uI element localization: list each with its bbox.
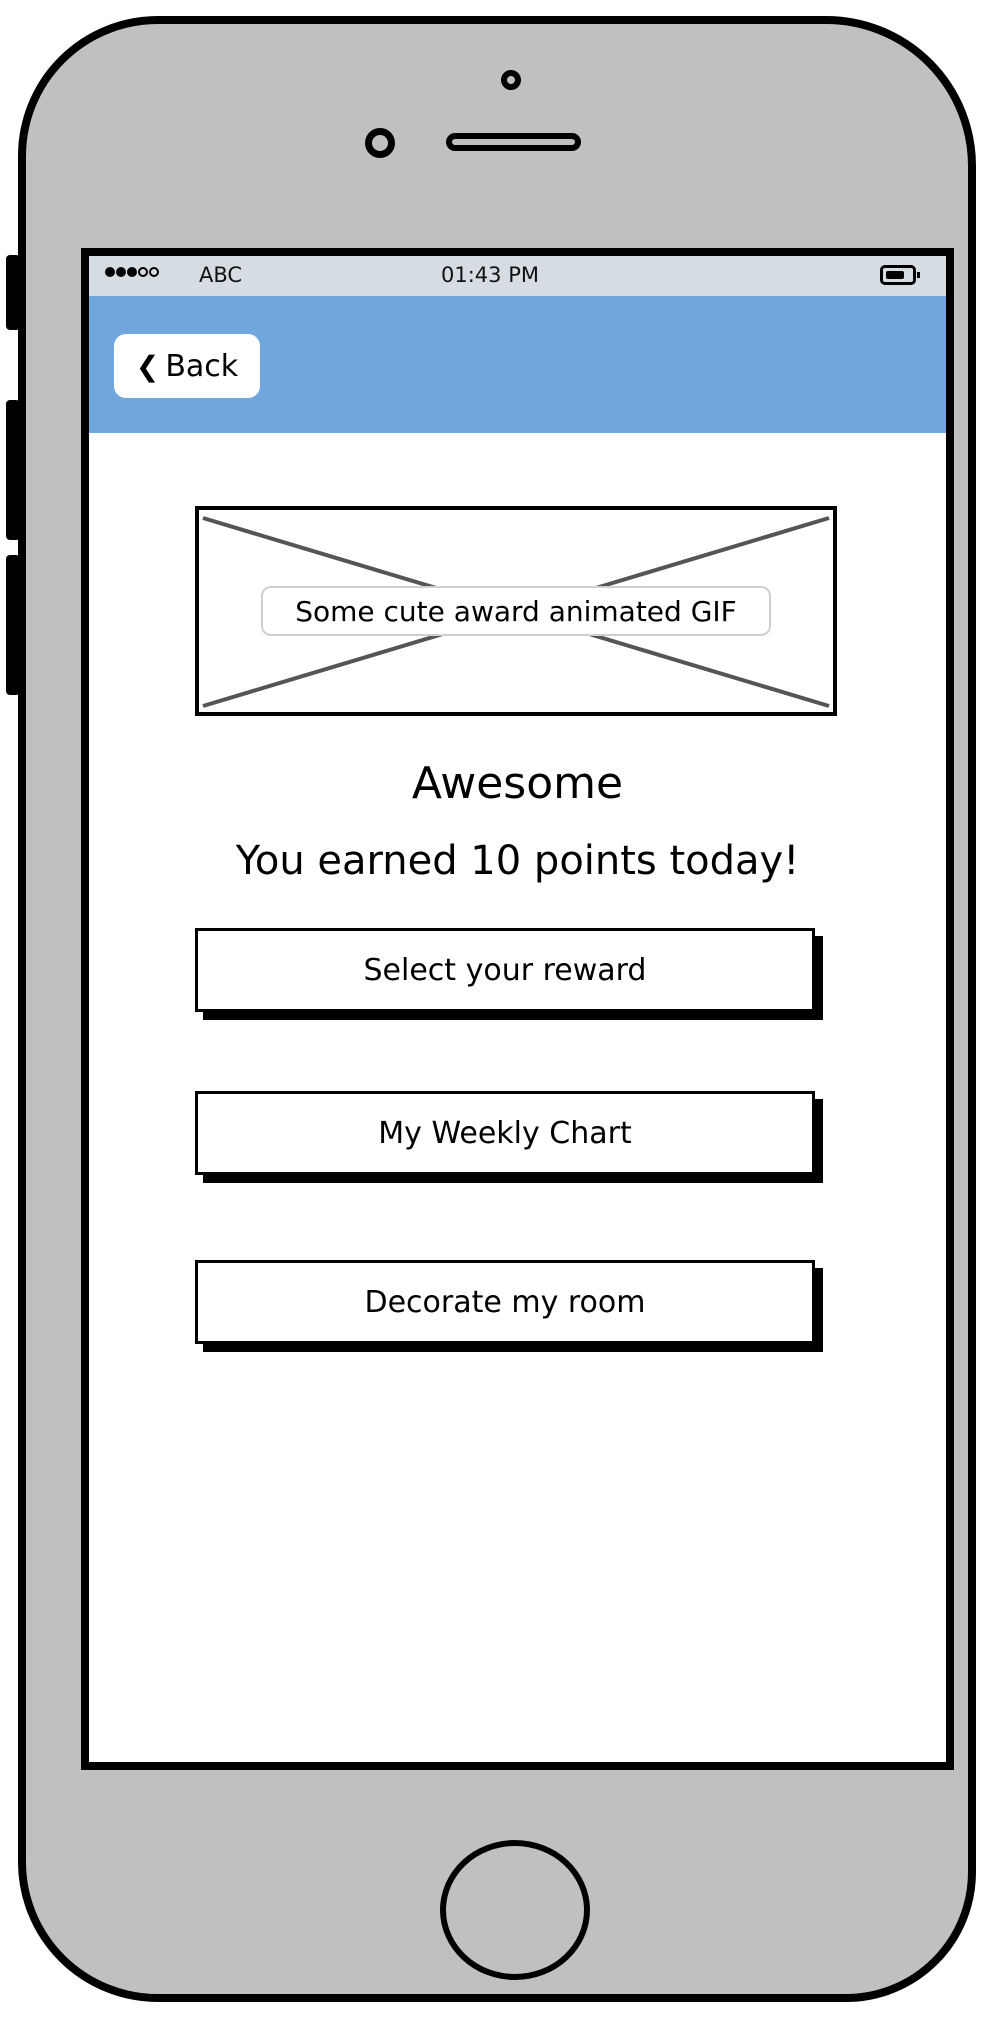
phone-screen: ABC 01:43 PM ❮ Back Some cute award anim…	[81, 248, 954, 1770]
earpiece-speaker	[446, 133, 581, 151]
signal-strength-icon	[105, 267, 159, 277]
volume-down-button	[6, 555, 20, 695]
mute-switch	[6, 255, 20, 330]
status-bar: ABC 01:43 PM	[89, 256, 946, 296]
navigation-bar: ❮ Back	[89, 296, 946, 433]
back-button-label: Back	[165, 348, 239, 384]
weekly-chart-button[interactable]: My Weekly Chart	[195, 1091, 815, 1175]
status-time: 01:43 PM	[441, 263, 539, 287]
sensor-icon	[365, 128, 395, 158]
battery-icon	[880, 265, 920, 285]
home-button[interactable]	[440, 1840, 590, 1980]
select-reward-button[interactable]: Select your reward	[195, 928, 815, 1012]
back-button[interactable]: ❮ Back	[114, 334, 260, 398]
decorate-room-button[interactable]: Decorate my room	[195, 1260, 815, 1344]
page-title: Awesome	[411, 758, 624, 809]
chevron-left-icon: ❮	[135, 349, 160, 383]
carrier-name: ABC	[199, 263, 243, 287]
points-message: You earned 10 points today!	[235, 838, 800, 884]
volume-up-button	[6, 400, 20, 540]
award-image-caption: Some cute award animated GIF	[261, 586, 771, 636]
front-camera-icon	[501, 70, 521, 90]
award-image-placeholder: Some cute award animated GIF	[195, 506, 837, 716]
mockup-canvas: ABC 01:43 PM ❮ Back Some cute award anim…	[0, 0, 1005, 2018]
